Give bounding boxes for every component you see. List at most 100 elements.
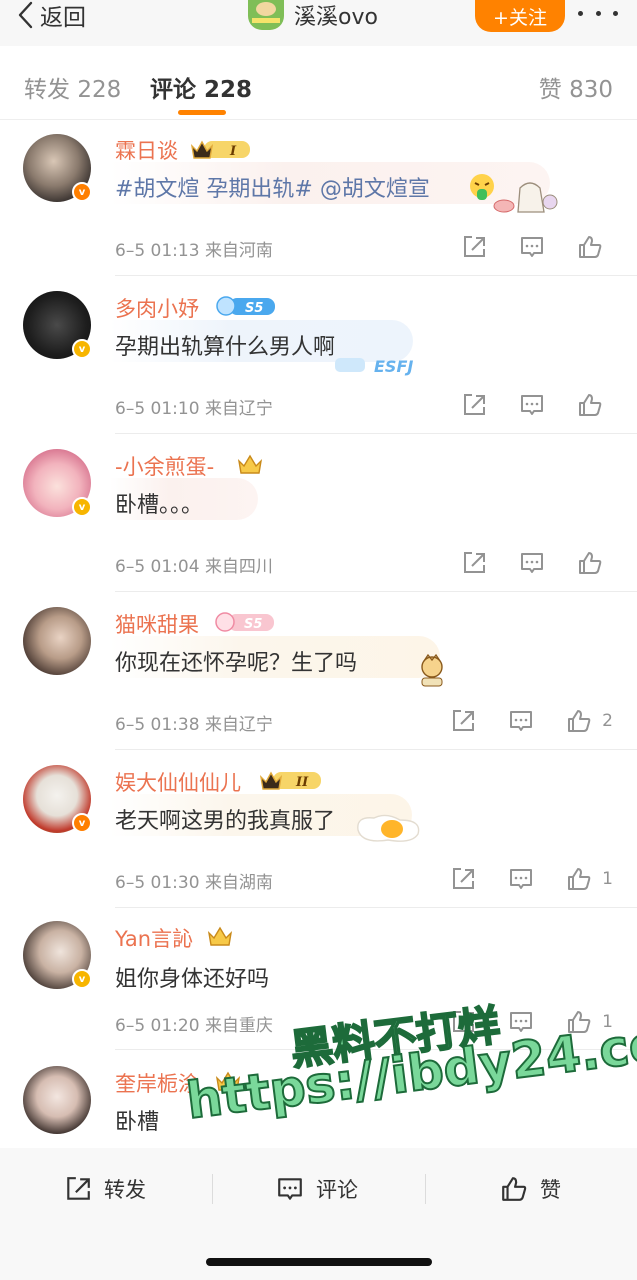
comment-actions [429,391,613,419]
comment-username[interactable]: -小余煎蛋- [115,451,214,481]
verified-icon: v [72,497,92,517]
comment-location: 来自辽宁 [204,399,273,419]
divider [115,433,637,434]
tab-repost[interactable]: 转发 228 [24,70,121,104]
back-label: 返回 [40,5,86,31]
comment-location: 来自辽宁 [204,715,273,735]
comment-content[interactable]: #胡文煊 孕期出轨# @胡文煊宣 [115,171,430,203]
repost-button[interactable] [461,234,487,260]
share-icon [67,1177,90,1200]
comment-username[interactable]: 霖日谈 [115,135,178,165]
like-count: 2 [602,711,613,731]
comment-time: 6–5 01:20 [115,1016,200,1036]
nav-user[interactable]: 溪溪ovo [248,0,378,30]
comment-text[interactable]: 孕期出轨算什么男人啊 [115,329,335,361]
comment-username[interactable]: 娱大仙仙仙儿 [115,767,241,797]
reply-button[interactable] [519,392,545,418]
comment-icon [278,1178,302,1200]
toolbar-comment-button[interactable]: 评论 [276,1174,358,1204]
avatar[interactable] [23,607,91,675]
svg-text:S5: S5 [245,301,263,316]
svg-text:ESFJ: ESFJ [374,357,413,376]
tab-bar: 转发 228 评论 228 赞 830 [0,46,637,120]
comment-meta: 6–5 01:13 来自河南 [115,236,273,261]
divider [115,749,637,750]
share-icon [464,394,485,415]
more-icon[interactable] [578,4,618,22]
comment-item: v -小余煎蛋- 卧槽。。。 6–5 01:04 来自四川 [0,436,637,594]
home-indicator[interactable] [206,1258,432,1266]
toolbar-like-button[interactable]: 赞 [500,1174,561,1204]
like-button[interactable] [577,234,613,260]
divider [115,591,637,592]
comment-text[interactable]: #胡文煊 孕期出轨# @胡文煊宣 [115,177,430,202]
tab-repost-label: 转发 [24,77,70,103]
like-button[interactable] [577,550,613,576]
chevron-left-icon [18,1,33,29]
follow-button[interactable]: +关注 [475,0,565,32]
reply-button[interactable] [519,234,545,260]
thumbs-up-icon [568,710,591,732]
comment-text[interactable]: 卧槽 [115,1104,159,1136]
comment-location: 来自四川 [204,557,273,577]
divider [115,907,637,908]
repost-button[interactable] [450,866,476,892]
comment-time: 6–5 01:30 [115,873,200,893]
s5-level-badge-icon: S5 [215,612,274,632]
like-button[interactable] [577,392,613,418]
esfj-sticker-icon: ESFJ [335,357,413,376]
verified-icon: v [72,182,92,202]
comment-item: 猫咪甜果 S5 你现在还怀孕呢？生了吗 6–5 01:38 来自辽宁 2 [0,594,637,752]
comment-actions [429,233,613,261]
comment-item: v 多肉小妤 S5 孕期出轨算什么男人啊 ESFJ 6–5 01:10 来自辽宁 [0,278,637,436]
share-icon [453,868,475,889]
toolbar-repost-button[interactable]: 转发 [64,1174,146,1204]
repost-button[interactable] [461,550,487,576]
like-button[interactable]: 2 [566,708,613,734]
toolbar-repost-label: 转发 [104,1178,146,1202]
comment-actions [429,549,613,577]
comment-username[interactable]: 多肉小妤 [115,293,199,323]
crown-level-badge-icon: I [190,140,250,159]
nav-avatar[interactable] [248,0,284,30]
comment-time: 6–5 01:38 [115,715,200,735]
share-icon [464,236,485,257]
s5-level-badge-icon: S5 [216,296,275,316]
reply-button[interactable] [508,708,534,734]
tab-like[interactable]: 赞 830 [539,70,613,104]
comment-location: 来自湖南 [204,873,273,893]
comment-username[interactable]: Yan言訫 [115,923,193,953]
comment-meta: 6–5 01:10 来自辽宁 [115,394,273,419]
comment-time: 6–5 01:04 [115,557,200,577]
comment-item: v 娱大仙仙仙儿 II 老天啊这男的我真服了 6–5 01:30 来自湖南 1 [0,752,637,910]
verified-icon: v [72,813,92,833]
comment-time: 6–5 01:13 [115,241,200,261]
crown-icon [207,926,233,946]
repost-button[interactable] [450,708,476,734]
share-icon [464,552,485,573]
reply-button[interactable] [508,866,534,892]
thumbs-up-icon [579,394,602,416]
comment-text[interactable]: 老天啊这男的我真服了 [115,803,335,835]
like-button[interactable]: 1 [566,866,613,892]
comment-icon [510,869,533,889]
tab-comment[interactable]: 评论 228 [150,70,252,104]
repost-button[interactable] [461,392,487,418]
comment-text[interactable]: 卧槽。。。 [115,487,203,519]
comment-text[interactable]: 你现在还怀孕呢？生了吗 [115,645,357,677]
thumbs-up-icon [579,552,602,574]
avatar[interactable] [23,1066,91,1134]
nav-user-name: 溪溪ovo [294,5,378,30]
crown-icon [237,454,263,474]
tab-comment-label: 评论 [150,77,196,103]
reply-button[interactable] [519,550,545,576]
comment-username[interactable]: 猫咪甜果 [115,609,199,639]
active-tab-indicator [178,110,226,115]
toolbar-divider [212,1174,213,1204]
divider [115,275,637,276]
crown-level-badge-icon: II [259,771,321,790]
comment-actions: 1 [418,865,613,893]
back-button[interactable]: 返回 [16,0,86,31]
comment-icon [521,395,543,415]
comment-text[interactable]: 姐你身体还好吗 [115,961,269,993]
